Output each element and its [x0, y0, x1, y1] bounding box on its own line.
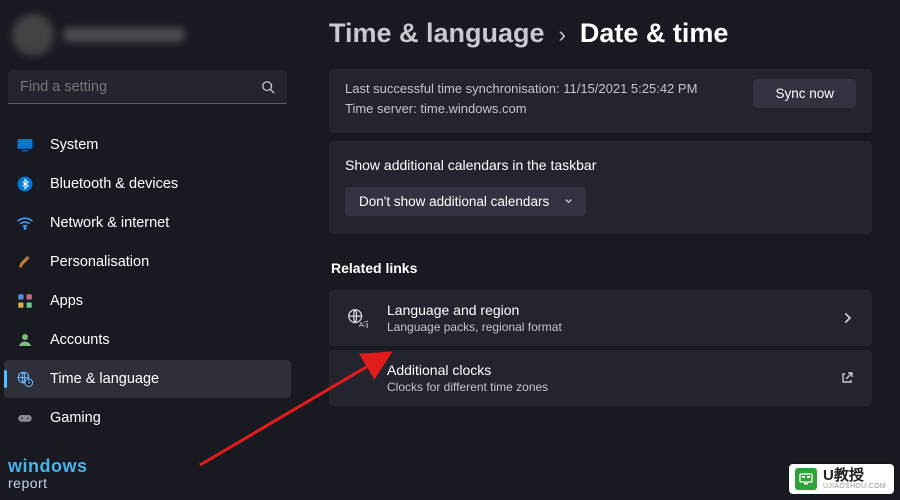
- sidebar-item-label: Network & internet: [50, 215, 169, 231]
- sidebar-item-label: Apps: [50, 293, 83, 309]
- sidebar-item-label: Accounts: [50, 332, 110, 348]
- sidebar-item-label: Time & language: [50, 371, 159, 387]
- watermark-windowsreport: windows report: [8, 458, 88, 490]
- user-name: [64, 28, 184, 42]
- main-content: Time & language › Date & time Last succe…: [295, 0, 900, 500]
- search-input[interactable]: [20, 79, 261, 95]
- link-subtitle: Language packs, regional format: [387, 320, 562, 334]
- apps-icon: [16, 292, 34, 310]
- link-subtitle: Clocks for different time zones: [387, 380, 548, 394]
- sidebar-item-label: Bluetooth & devices: [50, 176, 178, 192]
- additional-clocks-link[interactable]: Additional clocks Clocks for different t…: [329, 350, 872, 406]
- sidebar-item-accounts[interactable]: Accounts: [4, 321, 291, 359]
- search-input-wrapper[interactable]: [8, 70, 287, 104]
- system-icon: [16, 136, 34, 154]
- last-sync-text: Last successful time synchronisation: 11…: [345, 79, 697, 99]
- avatar: [12, 14, 54, 56]
- badge-icon: [795, 468, 817, 490]
- sidebar-item-apps[interactable]: Apps: [4, 282, 291, 320]
- user-account-header[interactable]: [4, 10, 291, 60]
- sync-status-card: Last successful time synchronisation: 11…: [329, 69, 872, 133]
- sidebar-item-network[interactable]: Network & internet: [4, 204, 291, 242]
- dropdown-value: Don't show additional calendars: [359, 194, 549, 209]
- paintbrush-icon: [16, 253, 34, 271]
- external-link-icon: [840, 371, 854, 385]
- sidebar-item-personalisation[interactable]: Personalisation: [4, 243, 291, 281]
- badge-title: U教授: [823, 468, 886, 483]
- sidebar-item-system[interactable]: System: [4, 126, 291, 164]
- gaming-icon: [16, 409, 34, 427]
- chevron-down-icon: [563, 194, 574, 209]
- sidebar: System Bluetooth & devices Network & int…: [0, 0, 295, 500]
- additional-calendars-card: Show additional calendars in the taskbar…: [329, 141, 872, 234]
- sidebar-item-label: Gaming: [50, 410, 101, 426]
- chevron-right-icon: [840, 311, 854, 325]
- chevron-right-icon: ›: [559, 22, 566, 48]
- link-title: Language and region: [387, 302, 562, 318]
- sidebar-item-label: System: [50, 137, 98, 153]
- sidebar-item-time-language[interactable]: Time & language: [4, 360, 291, 398]
- source-badge: U教授 UJIAOSHOU.COM: [789, 464, 894, 494]
- badge-subtitle: UJIAOSHOU.COM: [823, 483, 886, 490]
- sidebar-item-bluetooth[interactable]: Bluetooth & devices: [4, 165, 291, 203]
- related-links-heading: Related links: [331, 260, 872, 276]
- breadcrumb-parent[interactable]: Time & language: [329, 18, 545, 49]
- search-icon: [261, 80, 275, 94]
- time-server-text: Time server: time.windows.com: [345, 99, 697, 119]
- additional-calendars-title: Show additional calendars in the taskbar: [345, 157, 856, 173]
- wifi-icon: [16, 214, 34, 232]
- calendars-dropdown[interactable]: Don't show additional calendars: [345, 187, 586, 216]
- page-title: Date & time: [580, 18, 729, 49]
- person-icon: [16, 331, 34, 349]
- breadcrumb: Time & language › Date & time: [329, 18, 872, 49]
- bluetooth-icon: [16, 175, 34, 193]
- svg-text:A字: A字: [359, 320, 368, 329]
- sidebar-item-label: Personalisation: [50, 254, 149, 270]
- globe-language-icon: A字: [345, 307, 369, 329]
- language-region-link[interactable]: A字 Language and region Language packs, r…: [329, 290, 872, 346]
- link-title: Additional clocks: [387, 362, 548, 378]
- sync-now-button[interactable]: Sync now: [753, 79, 856, 108]
- sidebar-item-gaming[interactable]: Gaming: [4, 399, 291, 437]
- nav: System Bluetooth & devices Network & int…: [4, 126, 291, 437]
- globe-clock-icon: [16, 370, 34, 388]
